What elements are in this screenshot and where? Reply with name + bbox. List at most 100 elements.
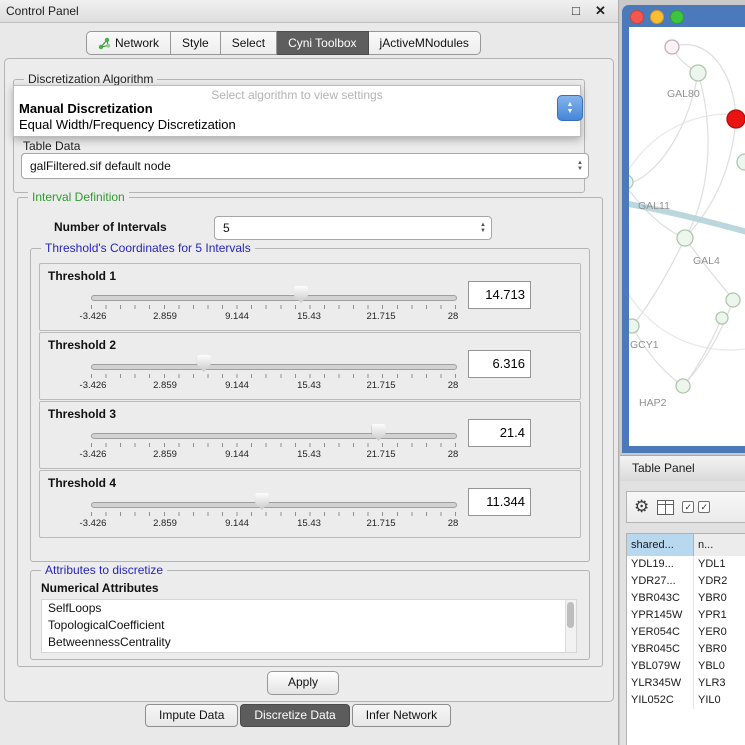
network-graph: GAL80 GAL11 GAL4 GCY1 HAP2 xyxy=(629,27,745,446)
attribute-item[interactable]: TopologicalCoefficient xyxy=(42,617,576,634)
network-node[interactable] xyxy=(629,319,639,333)
table-data-combobox[interactable]: galFiltered.sif default node ▲▼ xyxy=(21,153,589,179)
window-controls xyxy=(630,10,684,24)
threshold-panel-3: Threshold 3 -3.4262.8599.14415.4321.7152… xyxy=(39,401,581,469)
threshold-1-slider-track[interactable] xyxy=(91,295,457,301)
table-row[interactable]: YPR145WYPR1 xyxy=(627,607,745,624)
tab-jactivemnodules[interactable]: jActiveMNodules xyxy=(369,31,481,55)
threshold-1-value-field[interactable]: 14.713 xyxy=(468,281,531,309)
dropdown-placeholder: Select algorithm to view settings xyxy=(14,88,580,102)
network-node[interactable] xyxy=(677,230,693,246)
table-row[interactable]: YBR045CYBR0 xyxy=(627,641,745,658)
tab-label: Cyni Toolbox xyxy=(288,36,356,50)
node-label: GAL4 xyxy=(693,255,720,267)
network-node[interactable] xyxy=(629,175,633,189)
tab-label: Style xyxy=(182,36,209,50)
network-node[interactable] xyxy=(726,293,740,307)
apply-button[interactable]: Apply xyxy=(267,671,339,695)
table-row[interactable]: YLR345WYLR3 xyxy=(627,675,745,692)
thresholds-coordinates-group: Threshold's Coordinates for 5 Intervals … xyxy=(30,248,590,562)
number-of-intervals-label: Number of Intervals xyxy=(54,220,167,234)
tab-style[interactable]: Style xyxy=(171,31,221,55)
close-icon[interactable]: ✕ xyxy=(595,3,606,19)
threshold-label: Threshold 2 xyxy=(48,338,116,352)
combo-arrows-icon: ▲▼ xyxy=(577,160,583,172)
column-header-shared-name[interactable]: shared... xyxy=(626,534,694,556)
network-icon xyxy=(98,37,111,50)
table-row[interactable]: YBR043CYBR0 xyxy=(627,590,745,607)
bottom-tab-bar: Impute Data Discretize Data Infer Networ… xyxy=(145,704,451,727)
threshold-4-value-field[interactable]: 11.344 xyxy=(468,488,531,516)
threshold-2-slider-track[interactable] xyxy=(91,364,457,370)
network-node[interactable] xyxy=(665,40,679,54)
tab-cyni-toolbox[interactable]: Cyni Toolbox xyxy=(277,31,368,55)
table-cell: YDR27... xyxy=(627,573,694,590)
table-row[interactable]: YER054CYER0 xyxy=(627,624,745,641)
attribute-item[interactable]: BetweennessCentrality xyxy=(42,634,576,651)
float-window-icon[interactable]: □ xyxy=(572,3,580,18)
tab-discretize-data[interactable]: Discretize Data xyxy=(240,704,349,727)
network-canvas[interactable]: GAL80 GAL11 GAL4 GCY1 HAP2 xyxy=(629,27,745,446)
list-scrollbar[interactable] xyxy=(565,600,576,652)
combo-value: 5 xyxy=(223,221,230,235)
network-node[interactable] xyxy=(690,65,706,81)
table-row[interactable]: YBL079WYBL0 xyxy=(627,658,745,675)
number-of-intervals-combobox[interactable]: 5 ▲▼ xyxy=(214,216,492,240)
table-header-row: shared... n... xyxy=(626,533,745,557)
table-cell: YPR1 xyxy=(694,607,745,624)
group-title: Interval Definition xyxy=(28,190,129,204)
network-node[interactable] xyxy=(737,154,745,170)
group-title: Discretization Algorithm xyxy=(24,72,157,86)
slider-tick-ruler xyxy=(91,305,456,309)
table-row[interactable]: YDL19...YDL1 xyxy=(627,556,745,573)
checkbox-icon[interactable]: ✓ xyxy=(698,501,710,513)
table-row[interactable]: YDR27...YDR2 xyxy=(627,573,745,590)
table-rows: YDL19...YDL1 YDR27...YDR2 YBR043CYBR0 YP… xyxy=(626,556,745,745)
tab-infer-network[interactable]: Infer Network xyxy=(352,704,451,727)
node-label: GAL80 xyxy=(667,88,700,100)
algorithm-combo-stepper[interactable]: ▲ ▼ xyxy=(557,95,583,121)
close-window-icon[interactable] xyxy=(630,10,644,24)
slider-scale-labels: -3.4262.8599.14415.4321.71528 xyxy=(73,518,473,529)
table-cell: YER054C xyxy=(627,624,694,641)
attribute-item[interactable]: SelfLoops xyxy=(42,600,576,617)
table-cell: YPR145W xyxy=(627,607,694,624)
checkbox-icon[interactable]: ✓ xyxy=(682,501,694,513)
panel-title: Control Panel xyxy=(6,4,79,18)
threshold-4-slider-track[interactable] xyxy=(91,502,457,508)
table-cell: YIL0 xyxy=(694,692,745,709)
tab-impute-data[interactable]: Impute Data xyxy=(145,704,238,727)
threshold-2-value-field[interactable]: 6.316 xyxy=(468,350,531,378)
combo-value: galFiltered.sif default node xyxy=(30,159,171,173)
dropdown-option-manual-discretization[interactable]: Manual Discretization xyxy=(17,101,577,116)
tab-network[interactable]: Network xyxy=(86,31,171,55)
network-node[interactable] xyxy=(716,312,728,324)
table-cell: YBL0 xyxy=(694,658,745,675)
network-node-selected[interactable] xyxy=(727,110,745,128)
threshold-label: Threshold 1 xyxy=(48,269,116,283)
threshold-3-slider-track[interactable] xyxy=(91,433,457,439)
node-label: GAL11 xyxy=(638,200,670,212)
network-view-window: GAL80 GAL11 GAL4 GCY1 HAP2 xyxy=(622,5,745,453)
table-cell: YLR3 xyxy=(694,675,745,692)
network-node[interactable] xyxy=(676,379,690,393)
minimize-window-icon[interactable] xyxy=(650,10,664,24)
column-selector-icon[interactable] xyxy=(657,500,674,515)
gear-icon[interactable]: ⚙ xyxy=(634,497,649,517)
threshold-label: Threshold 3 xyxy=(48,407,116,421)
zoom-window-icon[interactable] xyxy=(670,10,684,24)
threshold-panel-2: Threshold 2 -3.4262.8599.14415.4321.7152… xyxy=(39,332,581,400)
slider-scale-labels: -3.4262.8599.14415.4321.71528 xyxy=(73,449,473,460)
column-header-name[interactable]: n... xyxy=(694,534,745,556)
dropdown-option-equal-width-frequency[interactable]: Equal Width/Frequency Discretization xyxy=(17,117,577,132)
tab-select[interactable]: Select xyxy=(221,31,277,55)
node-label: GCY1 xyxy=(630,339,659,351)
slider-tick-ruler xyxy=(91,374,456,378)
threshold-3-value-field[interactable]: 21.4 xyxy=(468,419,531,447)
table-row[interactable]: YIL052CYIL0 xyxy=(627,692,745,709)
threshold-label: Threshold 4 xyxy=(48,476,116,490)
scrollbar-thumb[interactable] xyxy=(567,602,574,628)
threshold-panel-1: Threshold 1 -3.4262.8599.14415.4321.7152… xyxy=(39,263,581,331)
table-cell: YIL052C xyxy=(627,692,694,709)
table-panel: ⚙ ✓ ✓ shared... n... YDL19...YDL1 YDR27.… xyxy=(620,481,745,745)
